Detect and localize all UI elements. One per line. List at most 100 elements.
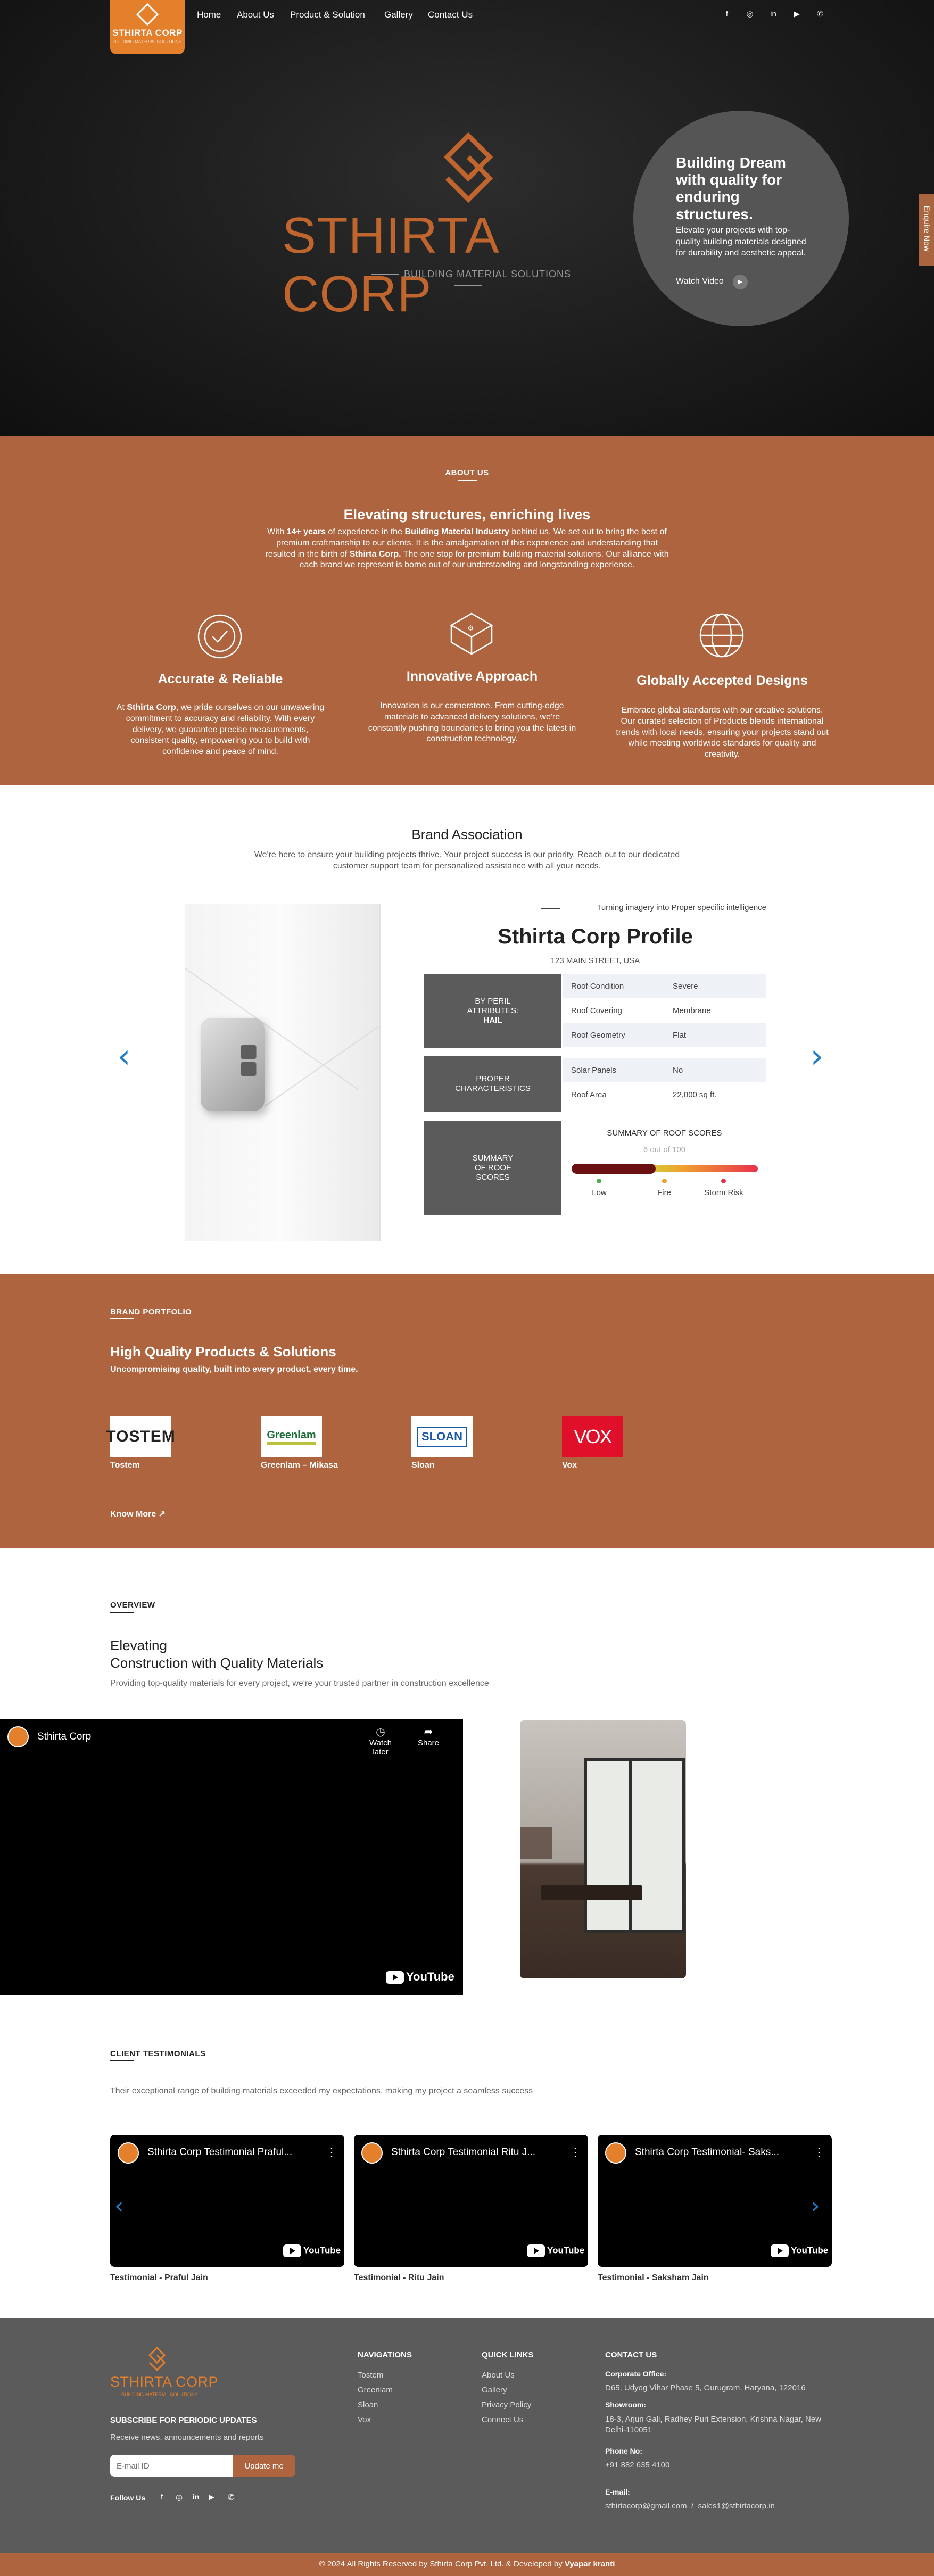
about-heading: Elevating structures, enriching lives <box>343 507 591 523</box>
watch-video-link[interactable]: Watch Video <box>676 277 724 286</box>
nav-gallery[interactable]: Gallery <box>384 10 413 20</box>
phone-label: Phone No: <box>605 2447 642 2455</box>
feature-title-innovative: Innovative Approach <box>406 669 538 684</box>
channel-avatar[interactable] <box>118 2142 139 2164</box>
brand-logo-sloan[interactable]: SLOAN <box>411 1416 473 1457</box>
footer-link-vox[interactable]: Vox <box>358 2415 371 2424</box>
email-input[interactable] <box>110 2455 233 2477</box>
target-check-icon <box>197 614 242 659</box>
carousel-next-arrow-icon[interactable]: › <box>806 1040 828 1073</box>
brand-logo-greenlam[interactable]: Greenlam <box>261 1416 322 1457</box>
video-title[interactable]: Sthirta Corp Testimonial Praful... <box>147 2147 318 2158</box>
more-options-icon[interactable]: ⋮ <box>326 2146 337 2159</box>
carousel-prev-arrow-icon[interactable]: ‹ <box>113 1040 135 1073</box>
logo-text: STHIRTA CORP <box>112 28 183 38</box>
corporate-address: D65, Udyog Vihar Phase 5, Gurugram, Hary… <box>605 2383 806 2392</box>
testimonial-prev-arrow-icon[interactable]: ‹ <box>114 2192 124 2219</box>
site-logo[interactable]: STHIRTA CORP BUILDING MATERIAL SOLUTIONS <box>110 0 185 54</box>
enquire-now-tab[interactable]: Enquire Now <box>919 194 934 266</box>
nav-contact-us[interactable]: Contact Us <box>428 10 473 20</box>
score-label-fire: Fire <box>657 1188 671 1197</box>
share-icon: ➦ <box>424 1726 433 1738</box>
enquire-now-label: Enquire Now <box>922 205 931 252</box>
innovation-cube-icon: ⚙ <box>450 612 493 655</box>
svg-text:⚙: ⚙ <box>467 624 474 632</box>
footer-link-about-us[interactable]: About Us <box>482 2371 515 2380</box>
email-addresses[interactable]: sthirtacorp@gmail.com / sales1@sthirtaco… <box>605 2502 775 2511</box>
youtube-logo[interactable]: YouTube <box>386 1970 454 1984</box>
profile-tagline: Turning imagery into Proper specific int… <box>597 903 766 912</box>
facebook-icon[interactable]: f <box>721 9 733 20</box>
score-dot-low <box>597 1179 601 1183</box>
hero-circle-title: Building Dream with quality for enduring… <box>676 154 786 222</box>
profile-row: Roof Condition Severe <box>563 974 766 998</box>
video-title[interactable]: Sthirta Corp Testimonial Ritu J... <box>391 2147 561 2158</box>
whatsapp-icon[interactable]: ✆ <box>228 2492 235 2502</box>
hero-section: STHIRTA CORP BUILDING MATERIAL SOLUTIONS… <box>0 0 934 436</box>
overview-title-line2: Construction with Quality Materials <box>110 1655 324 1671</box>
footer-link-connect-us[interactable]: Connect Us <box>482 2415 523 2424</box>
channel-avatar[interactable] <box>605 2142 626 2164</box>
testimonial-video-1[interactable]: Sthirta Corp Testimonial Praful... ⋮ You… <box>110 2135 344 2267</box>
feature-text-global: Embrace global standards with our creati… <box>616 706 829 759</box>
more-options-icon[interactable]: ⋮ <box>813 2146 825 2159</box>
testimonials-label: CLIENT TESTIMONIALS <box>110 2049 206 2058</box>
nav-about-us[interactable]: About Us <box>237 10 274 20</box>
facebook-icon[interactable]: f <box>161 2492 163 2502</box>
brand-logo-tostem[interactable]: TOSTEM <box>106 1416 175 1457</box>
developer-link[interactable]: Vyapar kranti <box>565 2560 615 2569</box>
update-me-button[interactable]: Update me <box>233 2455 295 2477</box>
footer-logo-text[interactable]: STHIRTA CORP <box>110 2374 218 2390</box>
testimonial-video-3[interactable]: Sthirta Corp Testimonial- Saks... ⋮ YouT… <box>598 2135 832 2267</box>
brand-logo-vox[interactable]: VOX <box>562 1416 623 1457</box>
footer-link-tostem[interactable]: Tostem <box>358 2371 383 2380</box>
youtube-logo[interactable]: YouTube <box>283 2244 341 2257</box>
window-pane <box>584 1758 685 1933</box>
brand-association-text: We're here to ensure your building proje… <box>254 850 680 871</box>
testimonial-next-arrow-icon[interactable]: › <box>811 2192 820 2219</box>
about-section: ABOUT US Elevating structures, enriching… <box>0 436 934 785</box>
nav-home[interactable]: Home <box>197 10 221 20</box>
brand-name-greenlam[interactable]: Greenlam – Mikasa <box>261 1461 338 1470</box>
portfolio-subheading: Uncompromising quality, built into every… <box>110 1365 358 1374</box>
brand-name-sloan[interactable]: Sloan <box>411 1461 435 1470</box>
instagram-icon[interactable]: ◎ <box>744 9 756 20</box>
whatsapp-icon[interactable]: ✆ <box>814 9 826 20</box>
video-title[interactable]: Sthirta Corp Testimonial- Saks... <box>635 2147 805 2158</box>
testimonial-video-2[interactable]: Sthirta Corp Testimonial Ritu J... ⋮ You… <box>354 2135 588 2267</box>
youtube-logo[interactable]: YouTube <box>527 2244 584 2257</box>
footer-link-gallery[interactable]: Gallery <box>482 2386 507 2395</box>
channel-avatar[interactable] <box>361 2142 383 2164</box>
overview-video-player[interactable]: Sthirta Corp ◷ Watch later ➦ Share YouTube <box>0 1719 463 1995</box>
linkedin-icon[interactable]: in <box>193 2492 199 2501</box>
portfolio-label-underline <box>110 1318 134 1319</box>
youtube-logo[interactable]: YouTube <box>771 2244 828 2257</box>
phone-number[interactable]: +91 882 635 4100 <box>605 2461 669 2470</box>
watch-later-button[interactable]: ◷ Watch later <box>362 1725 399 1757</box>
know-more-link[interactable]: Know More ↗ <box>110 1509 166 1519</box>
brand-name-vox[interactable]: Vox <box>562 1461 577 1470</box>
profile-row: Roof Covering Membrane <box>571 1006 711 1015</box>
channel-avatar[interactable] <box>7 1726 29 1747</box>
brand-name-tostem[interactable]: Tostem <box>110 1461 140 1470</box>
table <box>541 1885 642 1900</box>
linkedin-icon[interactable]: in <box>767 9 779 20</box>
footer-link-privacy-policy[interactable]: Privacy Policy <box>482 2400 531 2409</box>
nav-product-solution[interactable]: Product & Solution <box>290 10 365 20</box>
product-device-illustration <box>201 1018 265 1111</box>
score-fill <box>572 1164 656 1174</box>
play-icon[interactable]: ▶ <box>733 275 748 289</box>
footer-link-sloan[interactable]: Sloan <box>358 2400 378 2409</box>
follow-us-label: Follow Us <box>110 2494 146 2502</box>
profile-row: Solar Panels No <box>563 1058 766 1082</box>
corporate-office-label: Corporate Office: <box>605 2370 667 2378</box>
more-options-icon[interactable]: ⋮ <box>569 2146 581 2159</box>
share-button[interactable]: ➦ Share <box>415 1725 442 1747</box>
proper-characteristics-label: PROPER CHARACTERISTICS <box>424 1056 561 1112</box>
instagram-icon[interactable]: ◎ <box>176 2492 183 2502</box>
footer-link-greenlam[interactable]: Greenlam <box>358 2386 393 2395</box>
youtube-icon[interactable]: ▶ <box>791 9 803 20</box>
brand-association-title: Brand Association <box>411 826 523 842</box>
video-title[interactable]: Sthirta Corp <box>37 1731 91 1743</box>
youtube-icon[interactable]: ▶ <box>209 2492 214 2502</box>
